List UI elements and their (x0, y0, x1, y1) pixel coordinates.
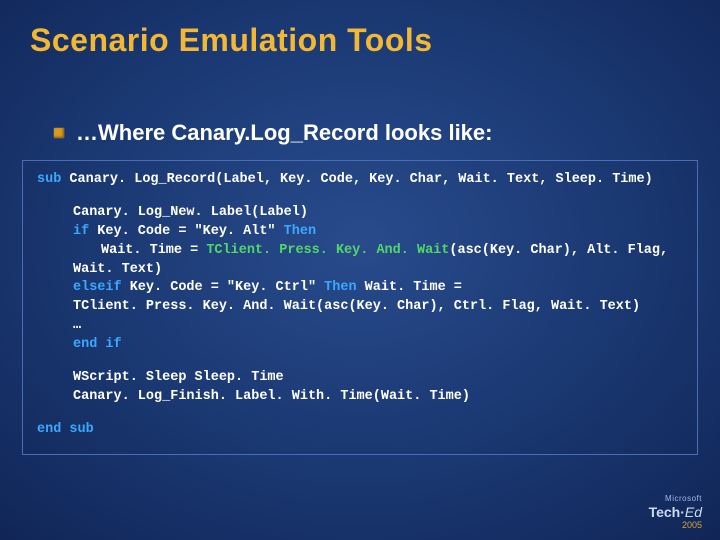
blank-line (37, 190, 683, 204)
code-text: Key. Code = "Key. Ctrl" (122, 280, 325, 295)
keyword-if: if (73, 224, 89, 239)
code-line: Wait. Time = TClient. Press. Key. And. W… (37, 242, 683, 261)
keyword-endif: end if (73, 337, 122, 352)
slide-title: Scenario Emulation Tools (30, 22, 433, 59)
code-line: WScript. Sleep Sleep. Time (37, 369, 683, 388)
year-label: 2005 (649, 521, 702, 530)
code-box: sub Canary. Log_Record(Label, Key. Code,… (22, 160, 698, 455)
bullet-icon (54, 128, 64, 138)
keyword-then: Then (284, 224, 316, 239)
code-text: Key. Code = "Key. Alt" (89, 224, 283, 239)
code-line: … (37, 317, 683, 336)
bullet-text: …Where Canary.Log_Record looks like: (76, 120, 492, 146)
teched-tech: Tech· (649, 504, 685, 520)
keyword-then: Then (324, 280, 356, 295)
code-line: Canary. Log_Finish. Label. With. Time(Wa… (37, 388, 683, 407)
function-name: TClient. Press. Key. And. Wait (206, 243, 449, 258)
keyword-sub: sub (37, 172, 61, 187)
microsoft-label: Microsoft (649, 495, 702, 503)
code-text: Wait. Time = (357, 280, 462, 295)
code-text: (asc(Key. Char), Alt. Flag, (449, 243, 668, 258)
code-line: Wait. Text) (37, 261, 683, 280)
code-line: if Key. Code = "Key. Alt" Then (37, 223, 683, 242)
code-line: TClient. Press. Key. And. Wait(asc(Key. … (37, 298, 683, 317)
code-line: sub Canary. Log_Record(Label, Key. Code,… (37, 171, 683, 190)
blank-line (37, 407, 683, 421)
bullet-row: …Where Canary.Log_Record looks like: (54, 120, 492, 146)
blank-line (37, 355, 683, 369)
code-text: Wait. Time = (101, 243, 206, 258)
code-line: end sub (37, 421, 683, 440)
code-line: end if (37, 336, 683, 355)
code-line: Canary. Log_New. Label(Label) (37, 204, 683, 223)
code-line: elseif Key. Code = "Key. Ctrl" Then Wait… (37, 279, 683, 298)
teched-ed: Ed (685, 504, 702, 520)
keyword-endsub: end sub (37, 422, 94, 437)
teched-logo: Tech·Ed (649, 505, 702, 519)
code-text: Canary. Log_Record(Label, Key. Code, Key… (61, 172, 652, 187)
footer-branding: Microsoft Tech·Ed 2005 (649, 495, 702, 530)
keyword-elseif: elseif (73, 280, 122, 295)
